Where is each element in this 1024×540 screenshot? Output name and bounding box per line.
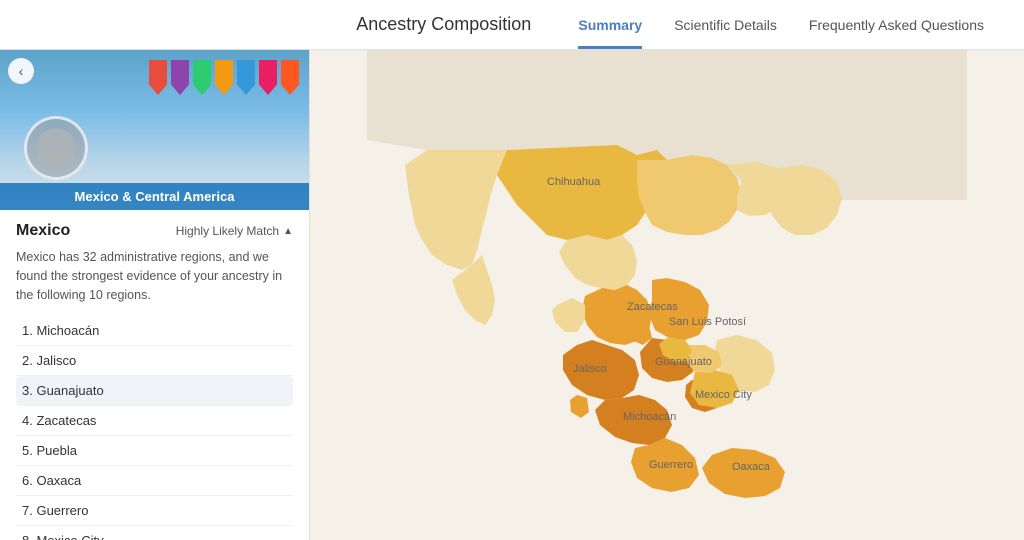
papel-piece <box>171 60 189 95</box>
region-list: 1. Michoacán2. Jalisco3. Guanajuato4. Za… <box>0 316 309 540</box>
tab-scientific[interactable]: Scientific Details <box>674 0 777 49</box>
map-area: Chihuahua Zacatecas San Luis Potosí Jali… <box>310 50 1024 540</box>
avatar <box>24 116 88 180</box>
match-badge: Highly Likely Match ▲ <box>176 224 293 238</box>
papel-piece <box>281 60 299 95</box>
region-header: Mexico Highly Likely Match ▲ <box>0 210 309 248</box>
papel-piece <box>237 60 255 95</box>
list-item[interactable]: 3. Guanajuato <box>16 376 293 406</box>
list-item[interactable]: 5. Puebla <box>16 436 293 466</box>
list-item[interactable]: 7. Guerrero <box>16 496 293 526</box>
main-content: ‹ Mexico & Central America Mexico Highly… <box>0 50 1024 540</box>
tab-faq[interactable]: Frequently Asked Questions <box>809 0 984 49</box>
papel-picado <box>149 60 299 95</box>
banner-image: ‹ Mexico & Central America <box>0 50 309 210</box>
chevron-left-icon: ‹ <box>19 63 24 79</box>
sidebar: ‹ Mexico & Central America Mexico Highly… <box>0 50 310 540</box>
map-svg: Chihuahua Zacatecas San Luis Potosí Jali… <box>310 50 1024 540</box>
nav-tabs: Summary Scientific Details Frequently As… <box>578 0 984 49</box>
page-title: Ancestry Composition <box>309 14 578 35</box>
region-name: Mexico <box>16 222 70 240</box>
list-item[interactable]: 6. Oaxaca <box>16 466 293 496</box>
chevron-up-icon: ▲ <box>283 226 293 237</box>
coahuila-region <box>637 155 742 235</box>
match-label: Highly Likely Match <box>176 224 279 238</box>
list-item[interactable]: 2. Jalisco <box>16 346 293 376</box>
avatar-inner <box>36 128 76 168</box>
region-description: Mexico has 32 administrative regions, an… <box>0 248 309 316</box>
tab-summary[interactable]: Summary <box>578 0 642 49</box>
papel-piece <box>149 60 167 95</box>
papel-piece <box>259 60 277 95</box>
puebla-region <box>690 370 739 408</box>
list-item[interactable]: 1. Michoacán <box>16 316 293 346</box>
back-button[interactable]: ‹ <box>8 58 34 84</box>
list-item[interactable]: 4. Zacatecas <box>16 406 293 436</box>
papel-piece <box>193 60 211 95</box>
list-item[interactable]: 8. Mexico City <box>16 526 293 540</box>
header: Ancestry Composition Summary Scientific … <box>0 0 1024 50</box>
papel-piece <box>215 60 233 95</box>
banner-label: Mexico & Central America <box>0 183 309 210</box>
